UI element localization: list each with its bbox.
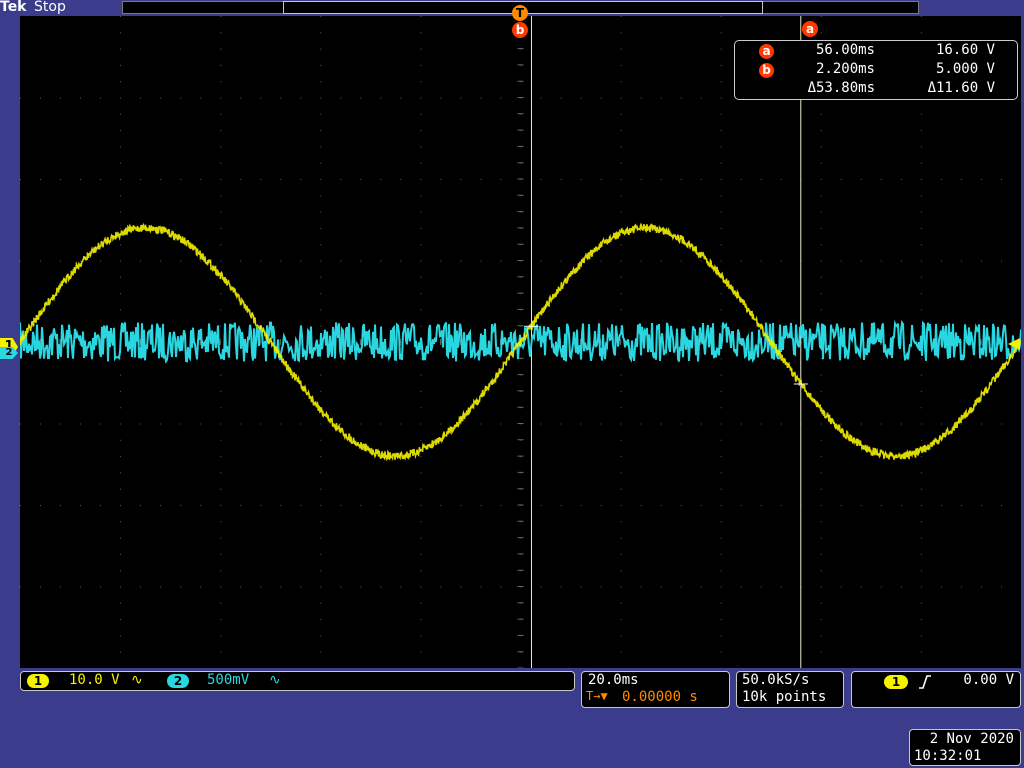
cursor-b-readout: b 2.200ms 5.000 V xyxy=(735,61,1019,80)
acquisition-status: Stop xyxy=(34,0,66,15)
timebase-scale[interactable]: 20.0ms xyxy=(588,672,639,688)
cursor-delta-time: Δ53.80ms xyxy=(807,80,875,96)
rising-edge-icon xyxy=(919,675,931,689)
time: 10:32:01 xyxy=(914,748,982,764)
cursor-a-readout: a 56.00ms 16.60 V xyxy=(735,42,1019,61)
acquisition-settings[interactable]: 50.0kS/s 10k points xyxy=(736,671,844,708)
trigger-settings[interactable]: 1 0.00 V xyxy=(851,671,1021,708)
channel-1-coupling-icon: ∿ xyxy=(131,672,143,688)
date-time-display: 2 Nov 2020 10:32:01 xyxy=(909,729,1021,766)
cursor-a-badge: a xyxy=(759,44,774,59)
cursor-b-volts: 5.000 V xyxy=(935,61,995,77)
cursor-b-label[interactable]: b xyxy=(512,22,528,38)
channel-2-scale[interactable]: 500mV xyxy=(207,672,249,688)
vertical-settings[interactable]: 1 10.0 V ∿ 2 500mV ∿ xyxy=(20,671,575,691)
channel-2-marker-label: 2 xyxy=(5,347,13,358)
trigger-position-icon: T→▼ xyxy=(586,689,608,703)
horizontal-settings[interactable]: 20.0ms T→▼ 0.00000 s xyxy=(581,671,730,708)
cursor-a-label[interactable]: a xyxy=(802,21,818,37)
waveform-plot xyxy=(20,16,1021,668)
cursor-delta-readout: Δ53.80ms Δ11.60 V xyxy=(735,80,1019,99)
horizontal-position[interactable]: 0.00000 s xyxy=(622,689,698,705)
cursor-readout: a 56.00ms 16.60 V b 2.200ms 5.000 V Δ53.… xyxy=(734,40,1018,100)
cursor-b-time: 2.200ms xyxy=(815,61,875,77)
channel-2-badge[interactable]: 2 xyxy=(167,674,189,688)
record-length: 10k points xyxy=(742,689,827,705)
cursor-a-time: 56.00ms xyxy=(815,42,875,58)
cursor-a-volts: 16.60 V xyxy=(935,42,995,58)
trigger-source-badge[interactable]: 1 xyxy=(884,675,908,689)
channel-2-coupling-icon: ∿ xyxy=(269,672,281,688)
cursor-b-badge: b xyxy=(759,63,774,78)
channel-1-scale[interactable]: 10.0 V xyxy=(69,672,120,688)
brand-logo: Tek xyxy=(0,0,27,15)
date: 2 Nov 2020 xyxy=(929,731,1014,747)
trigger-position-icon[interactable]: T xyxy=(512,5,528,21)
trigger-level[interactable]: 0.00 V xyxy=(963,672,1014,688)
waveform-display[interactable] xyxy=(20,16,1021,668)
sample-rate: 50.0kS/s xyxy=(742,672,810,688)
cursor-delta-volts: Δ11.60 V xyxy=(927,80,995,96)
channel-1-badge[interactable]: 1 xyxy=(27,674,49,688)
